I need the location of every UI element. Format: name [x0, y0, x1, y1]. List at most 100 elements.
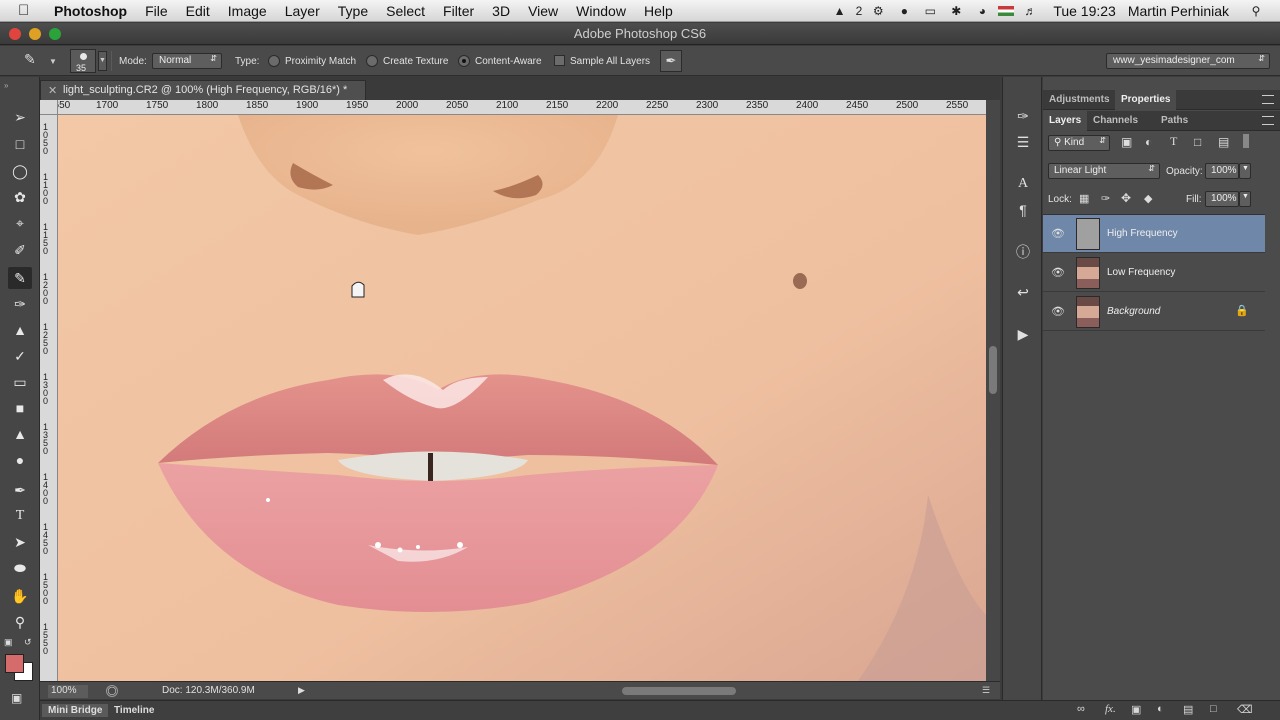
eyedropper-tool-icon[interactable]: ✐: [8, 239, 32, 261]
volume-icon[interactable]: ♬: [1020, 4, 1040, 18]
adobe-icon[interactable]: ▲: [830, 4, 850, 18]
lock-icon[interactable]: 🔒: [1235, 304, 1249, 317]
display-icon[interactable]: ▭: [920, 4, 940, 18]
character-panel-icon[interactable]: A: [1011, 173, 1035, 195]
lock-transparent-pixels-icon[interactable]: ▦: [1079, 192, 1089, 205]
menu-select[interactable]: Select: [377, 3, 434, 19]
menu-file[interactable]: File: [136, 3, 177, 19]
proximity-match-label[interactable]: Proximity Match: [285, 56, 356, 67]
paragraph-panel-icon[interactable]: ¶: [1011, 199, 1035, 221]
flag-icon[interactable]: [998, 5, 1015, 16]
sync-icon[interactable]: ⚙: [868, 4, 888, 18]
workspace-switcher[interactable]: www_yesimadesigner_com ⇵: [1106, 53, 1270, 69]
filter-shape-layers-icon[interactable]: □: [1194, 135, 1201, 149]
filter-type-layers-icon[interactable]: T: [1170, 134, 1177, 149]
tab-channels[interactable]: Channels: [1087, 111, 1144, 131]
layer-name[interactable]: Background: [1107, 306, 1160, 317]
lock-position-icon[interactable]: ✥: [1121, 191, 1131, 205]
ruler-origin[interactable]: [40, 100, 58, 115]
history-panel-icon[interactable]: ↩: [1011, 281, 1035, 303]
blend-mode-select[interactable]: Linear Light ⇵: [1048, 163, 1160, 179]
link-layers-icon[interactable]: ∞: [1077, 703, 1085, 715]
tool-preset-arrow-icon[interactable]: ▼: [49, 57, 57, 66]
vertical-scrollbar[interactable]: [986, 100, 1000, 681]
layer-row-low-frequency[interactable]: 👁 Low Frequency: [1043, 254, 1265, 292]
image-canvas[interactable]: [58, 115, 986, 681]
create-texture-label[interactable]: Create Texture: [383, 56, 448, 67]
crop-tool-icon[interactable]: ⌖: [8, 212, 32, 234]
move-tool-icon[interactable]: ➢: [8, 106, 32, 128]
pen-tool-icon[interactable]: ✒: [8, 479, 32, 501]
pressure-size-icon[interactable]: ✒: [660, 50, 682, 72]
wifi-icon[interactable]: ◕: [972, 4, 992, 18]
content-aware-label[interactable]: Content-Aware: [475, 56, 542, 67]
filter-smart-objects-icon[interactable]: ▤: [1218, 135, 1229, 149]
status-menu-arrow-icon[interactable]: ▶: [298, 685, 305, 696]
hand-tool-icon[interactable]: ✋: [8, 585, 32, 607]
proximity-match-radio[interactable]: [268, 55, 280, 67]
menu-window[interactable]: Window: [567, 3, 635, 19]
menu-edit[interactable]: Edit: [177, 3, 219, 19]
spotlight-search-icon[interactable]: ⚲: [1246, 4, 1266, 18]
document-tab[interactable]: ✕ light_sculpting.CR2 @ 100% (High Frequ…: [40, 80, 366, 100]
lasso-tool-icon[interactable]: ◯: [8, 160, 32, 182]
history-brush-tool-icon[interactable]: ✓: [8, 345, 32, 367]
menu-view[interactable]: View: [519, 3, 567, 19]
menu-type[interactable]: Type: [329, 3, 377, 19]
menu-image[interactable]: Image: [219, 3, 276, 19]
tab-mini-bridge[interactable]: Mini Bridge: [42, 704, 109, 717]
path-selection-tool-icon[interactable]: ➤: [8, 531, 32, 553]
opacity-field[interactable]: 100%: [1205, 163, 1239, 179]
menu-filter[interactable]: Filter: [434, 3, 483, 19]
filter-toggle-switch[interactable]: [1243, 134, 1249, 148]
opacity-dropdown-arrow-icon[interactable]: ▼: [1239, 163, 1251, 179]
apple-icon[interactable]: : [18, 2, 40, 19]
brush-picker[interactable]: 35: [70, 49, 96, 73]
creative-cloud-icon[interactable]: ●: [894, 4, 914, 18]
eye-icon[interactable]: 👁: [1051, 227, 1065, 241]
status-info-icon[interactable]: ◯: [106, 685, 118, 697]
collapse-toolbar-icon[interactable]: »: [4, 81, 8, 90]
layer-thumbnail[interactable]: [1076, 218, 1100, 250]
close-document-icon[interactable]: ✕: [48, 84, 57, 97]
sample-all-layers-label[interactable]: Sample All Layers: [570, 56, 650, 67]
dodge-tool-icon[interactable]: ●: [8, 449, 32, 471]
eye-icon[interactable]: 👁: [1051, 266, 1065, 280]
menubar-clock[interactable]: Tue 19:23: [1043, 3, 1128, 19]
clone-stamp-tool-icon[interactable]: ▲: [8, 319, 32, 341]
type-tool-icon[interactable]: T: [8, 505, 32, 527]
default-colors-icon[interactable]: ▣: [4, 637, 13, 648]
actions-panel-icon[interactable]: ▶: [1011, 323, 1035, 345]
layer-row-background[interactable]: 👁 Background 🔒: [1043, 293, 1265, 331]
filter-pixel-layers-icon[interactable]: ▣: [1121, 135, 1132, 149]
menubar-user[interactable]: Martin Perhiniak: [1128, 3, 1243, 19]
filter-adjustment-layers-icon[interactable]: ◐: [1145, 135, 1152, 149]
menu-3d[interactable]: 3D: [483, 3, 519, 19]
layer-thumbnail[interactable]: [1076, 296, 1100, 328]
eye-icon[interactable]: 👁: [1051, 305, 1065, 319]
new-layer-icon[interactable]: □: [1210, 703, 1217, 715]
blur-tool-icon[interactable]: ▲: [8, 423, 32, 445]
quick-mask-icon[interactable]: ▣: [11, 691, 22, 705]
bluetooth-icon[interactable]: ✱: [946, 4, 966, 18]
spot-healing-brush-tool-icon[interactable]: ✎: [8, 267, 32, 289]
new-group-icon[interactable]: ▤: [1183, 703, 1193, 716]
layer-row-high-frequency[interactable]: 👁 High Frequency: [1043, 215, 1265, 253]
layer-style-fx-icon[interactable]: fx.: [1105, 703, 1116, 715]
quick-selection-tool-icon[interactable]: ✿: [8, 186, 32, 208]
content-aware-radio[interactable]: [458, 55, 470, 67]
vertical-scroll-thumb[interactable]: [989, 346, 997, 394]
info-panel-icon[interactable]: ⓘ: [1011, 241, 1035, 263]
spot-healing-brush-preset-icon[interactable]: ✎: [24, 51, 46, 71]
brush-picker-arrow-icon[interactable]: ▼: [98, 51, 107, 71]
tab-adjustments[interactable]: Adjustments: [1043, 90, 1116, 110]
lock-all-icon[interactable]: ◆: [1144, 192, 1152, 205]
delete-layer-icon[interactable]: ⌫: [1237, 703, 1253, 716]
layer-name[interactable]: High Frequency: [1107, 228, 1178, 239]
brush-tool-icon[interactable]: ✑: [8, 293, 32, 315]
horizontal-ruler[interactable]: 1650 1700 1750 1800 1850 1900 1950 2000 …: [58, 100, 986, 115]
lock-image-pixels-icon[interactable]: ✑: [1101, 192, 1110, 205]
create-texture-radio[interactable]: [366, 55, 378, 67]
ellipse-tool-icon[interactable]: ⬬: [8, 557, 32, 579]
tab-layers[interactable]: Layers: [1043, 111, 1088, 131]
